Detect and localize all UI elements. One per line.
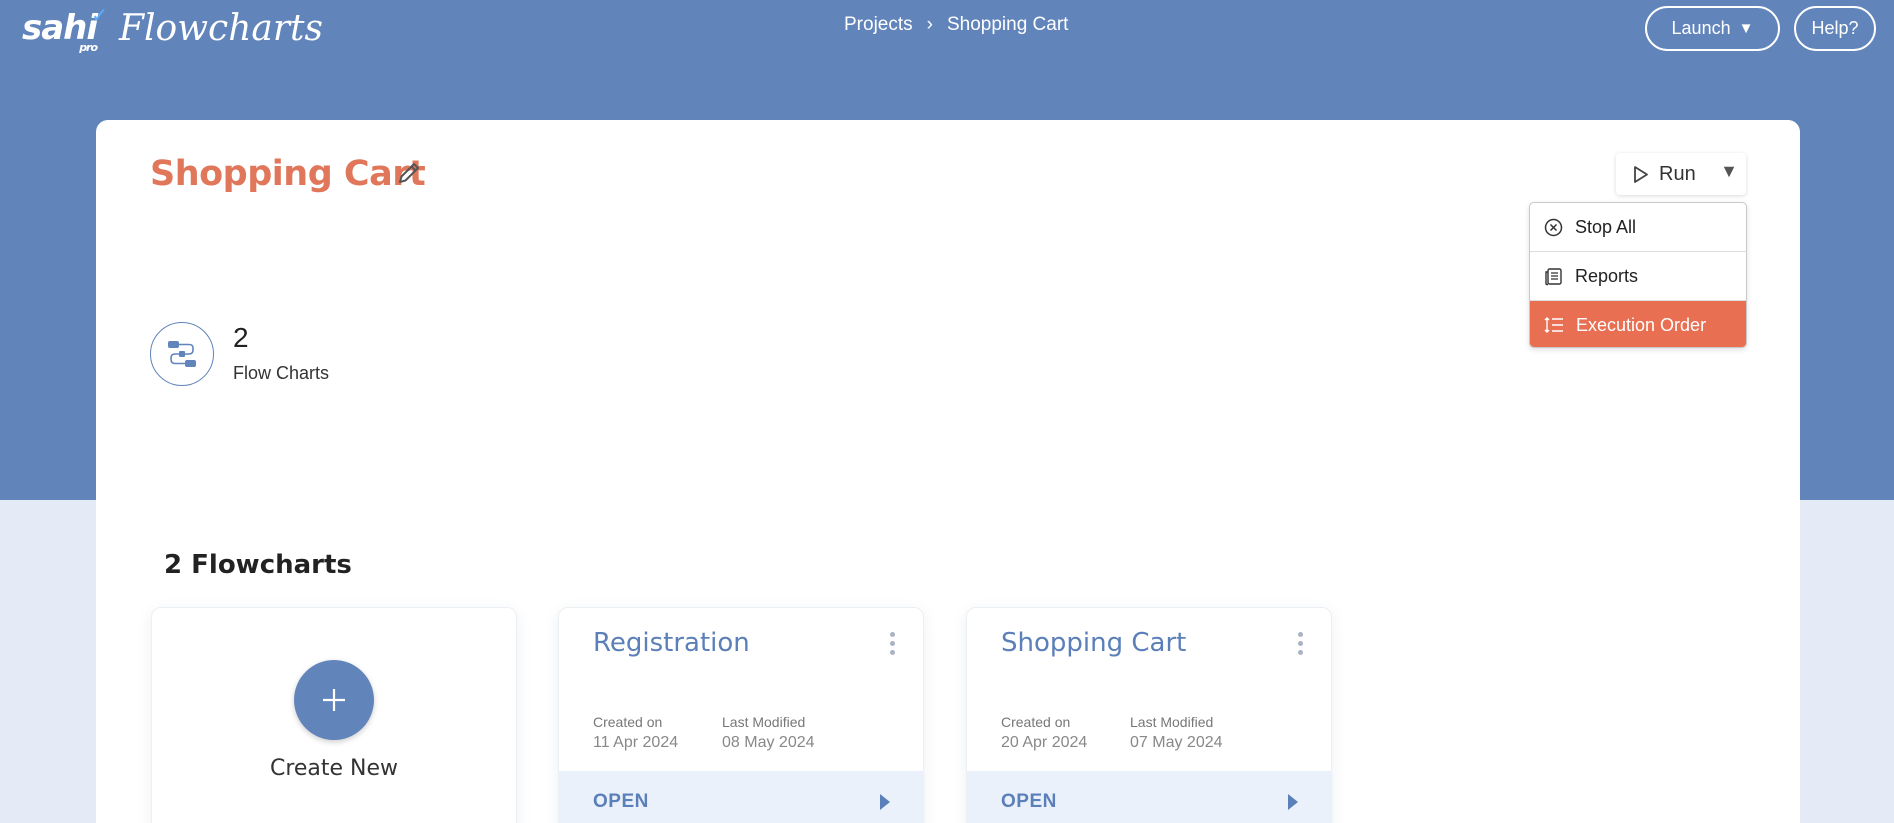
run-dropdown-toggle[interactable]: ▼ xyxy=(1720,161,1738,182)
run-label: Run xyxy=(1659,162,1696,185)
logo-brand: sahi pro ✓ xyxy=(22,3,108,54)
flowchart-card: Registration Created on 11 Apr 2024 Last… xyxy=(558,607,924,823)
arrow-right-icon xyxy=(880,794,890,810)
stop-circle-icon xyxy=(1544,218,1563,236)
kebab-menu-icon[interactable] xyxy=(1295,632,1305,658)
help-button[interactable]: Help? xyxy=(1794,6,1876,51)
run-dropdown-menu: Stop All Reports Execution Order xyxy=(1529,202,1747,348)
create-new-label: Create New xyxy=(269,756,399,781)
flowchart-count-label: Flow Charts xyxy=(233,363,330,383)
breadcrumb-current: Shopping Cart xyxy=(946,14,1069,35)
open-button[interactable]: OPEN xyxy=(967,771,1331,823)
open-label: OPEN xyxy=(593,791,649,812)
menu-item-label: Execution Order xyxy=(1576,314,1707,335)
launch-button[interactable]: Launch ▼ xyxy=(1645,6,1780,51)
created-date: 20 Apr 2024 xyxy=(1001,734,1088,751)
top-bar: sahi pro ✓ Flowcharts Projects › Shoppin… xyxy=(0,0,1894,56)
project-title: Shopping Cart xyxy=(150,154,426,194)
created-label: Created on xyxy=(593,714,663,730)
menu-item-reports[interactable]: Reports xyxy=(1530,252,1746,301)
open-label: OPEN xyxy=(1001,791,1057,812)
menu-item-stop-all[interactable]: Stop All xyxy=(1530,203,1746,252)
flowchart-card: Shopping Cart Created on 20 Apr 2024 Las… xyxy=(966,607,1332,823)
flowchart-name[interactable]: Registration xyxy=(593,628,750,658)
caret-down-icon: ▼ xyxy=(1738,20,1754,37)
sahi-pro-flowcharts-logo[interactable]: sahi pro ✓ Flowcharts xyxy=(22,3,323,54)
pencil-icon[interactable] xyxy=(395,159,423,187)
modified-label: Last Modified xyxy=(722,714,806,730)
logo-tier: pro xyxy=(79,41,98,54)
open-button[interactable]: OPEN xyxy=(559,771,923,823)
modified-label: Last Modified xyxy=(1130,714,1214,730)
play-icon xyxy=(1634,165,1648,183)
menu-item-label: Stop All xyxy=(1575,216,1637,237)
execution-order-icon xyxy=(1544,317,1563,333)
created-date: 11 Apr 2024 xyxy=(593,734,679,751)
help-label: Help? xyxy=(1811,18,1859,38)
flowchart-icon xyxy=(150,322,214,386)
logo-product: Flowcharts xyxy=(119,7,323,49)
modified-date: 08 May 2024 xyxy=(722,734,815,751)
logo-check-icon: ✓ xyxy=(91,3,108,27)
menu-item-label: Reports xyxy=(1575,265,1639,286)
run-button[interactable]: Run xyxy=(1616,163,1696,186)
created-label: Created on xyxy=(1001,714,1071,730)
breadcrumb-projects-link[interactable]: Projects xyxy=(844,14,913,36)
arrow-right-icon xyxy=(1288,794,1298,810)
menu-item-execution-order[interactable]: Execution Order xyxy=(1530,301,1746,347)
reports-icon xyxy=(1545,267,1562,285)
kebab-menu-icon[interactable] xyxy=(887,632,897,658)
breadcrumb: Projects › Shopping Cart xyxy=(844,14,1068,36)
flowchart-count: 2 xyxy=(233,322,249,353)
breadcrumb-separator: › xyxy=(926,14,933,35)
flowchart-name[interactable]: Shopping Cart xyxy=(1001,628,1186,658)
modified-date: 07 May 2024 xyxy=(1130,734,1223,751)
plus-icon xyxy=(294,660,374,740)
launch-label: Launch xyxy=(1671,18,1731,38)
run-split-button: Run ▼ xyxy=(1616,153,1746,195)
section-title: 2 Flowcharts xyxy=(164,550,352,580)
create-new-card[interactable]: Create New xyxy=(151,607,517,823)
